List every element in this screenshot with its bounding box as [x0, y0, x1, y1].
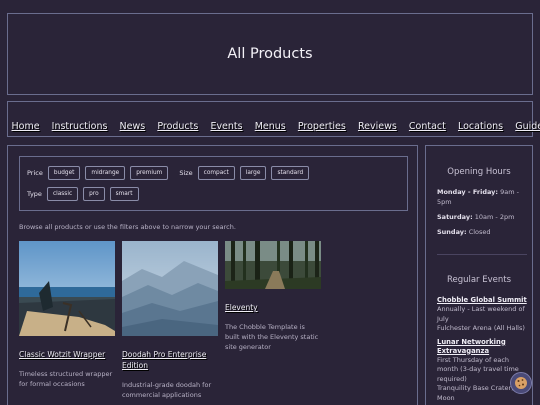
filter-label-size: Size [179, 169, 193, 177]
product-title[interactable]: Doodah Pro Enterprise Edition [122, 349, 218, 371]
event-link[interactable]: Lunar Networking Extravaganza [437, 338, 529, 356]
hours-row: Saturday: 10am - 2pm [437, 213, 515, 221]
page-title: All Products [227, 46, 313, 62]
nav-news[interactable]: News [120, 121, 146, 132]
nav-guide[interactable]: Guide [515, 121, 540, 132]
filter-chip-pro[interactable]: pro [83, 187, 105, 201]
opening-hours-title: Opening Hours [447, 167, 511, 177]
filter-chip-premium[interactable]: premium [130, 166, 169, 180]
event-when: Annually - Last weekend of July [437, 305, 525, 323]
cookie-icon [515, 377, 527, 389]
nav-home[interactable]: Home [12, 121, 40, 132]
product-description: Industrial-grade doodah for commercial a… [122, 381, 212, 399]
product-description: Timeless structured wrapper for formal o… [19, 370, 113, 388]
cookie-button[interactable] [510, 372, 532, 394]
nav-events[interactable]: Events [210, 121, 242, 132]
nav-reviews[interactable]: Reviews [358, 121, 397, 132]
product-image[interactable] [122, 241, 218, 336]
filter-chip-large[interactable]: large [239, 166, 267, 180]
filter-panel: Price budget midrange premium Size compa… [19, 156, 408, 211]
product-image[interactable] [225, 241, 321, 289]
event-where: Fulchester Arena (All Halls) [437, 324, 525, 332]
nav-instructions[interactable]: Instructions [52, 121, 108, 132]
product-title[interactable]: Classic Wotzit Wrapper [19, 349, 115, 360]
product-description: The Chobble Template is built with the E… [225, 323, 319, 351]
filter-label-type: Type [27, 190, 42, 198]
regular-events-title: Regular Events [446, 275, 512, 285]
product-image[interactable] [19, 241, 115, 336]
sidebar: Opening Hours Monday - Friday: 9am - 5pm… [425, 145, 533, 405]
filter-chip-smart[interactable]: smart [109, 187, 139, 201]
filter-chip-classic[interactable]: classic [46, 187, 79, 201]
event-link[interactable]: Chobble Global Summit [437, 296, 529, 305]
filter-chip-standard[interactable]: standard [271, 166, 310, 180]
sidebar-divider [437, 254, 527, 255]
filter-label-price: Price [27, 169, 43, 177]
nav-contact[interactable]: Contact [409, 121, 446, 132]
main-nav: Home Instructions News Products Events M… [7, 101, 540, 137]
filter-chip-compact[interactable]: compact [197, 166, 235, 180]
nav-locations[interactable]: Locations [458, 121, 503, 132]
filter-chip-midrange[interactable]: midrange [85, 166, 126, 180]
filter-row-price-size: Price budget midrange premium Size compa… [27, 166, 314, 180]
nav-menus[interactable]: Menus [255, 121, 286, 132]
nav-properties[interactable]: Properties [298, 121, 346, 132]
filter-row-type: Type classic pro smart [27, 187, 144, 201]
product-card: Eleventy The Chobble Template is built w… [225, 241, 321, 352]
nav-products[interactable]: Products [157, 121, 198, 132]
product-card: Classic Wotzit Wrapper Timeless structur… [19, 241, 115, 389]
event-item: Lunar Networking Extravaganza First Thur… [437, 338, 529, 404]
filter-chip-budget[interactable]: budget [47, 166, 81, 180]
main-content: Price budget midrange premium Size compa… [7, 145, 418, 405]
event-item: Chobble Global Summit Annually - Last we… [437, 296, 529, 334]
product-card: Doodah Pro Enterprise Edition Industrial… [122, 241, 218, 400]
hours-row: Monday - Friday: 9am - 5pm [437, 188, 519, 206]
hours-row: Sunday: Closed [437, 228, 491, 236]
filter-hint: Browse all products or use the filters a… [19, 223, 236, 231]
opening-hours-list: Monday - Friday: 9am - 5pm Saturday: 10a… [437, 187, 529, 237]
page-header: All Products [7, 13, 533, 95]
product-title[interactable]: Eleventy [225, 302, 321, 313]
